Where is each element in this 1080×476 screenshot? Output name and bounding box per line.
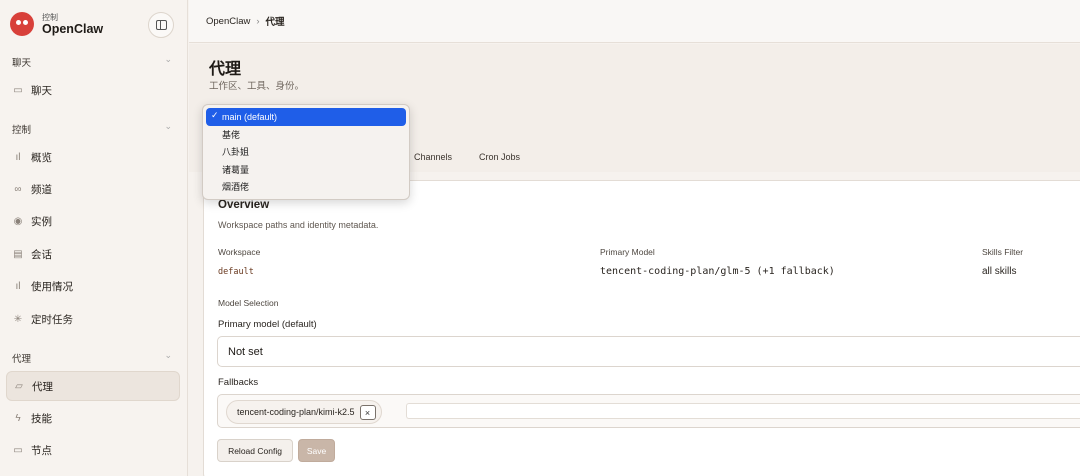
agent-option-label: 八卦姐 xyxy=(222,147,250,158)
nav-group-title: 聊天 xyxy=(12,58,32,69)
sidebar-item-sessions[interactable]: ▤ 会话 xyxy=(6,240,180,268)
sidebar-item-usage[interactable]: ıl 使用情况 xyxy=(6,272,180,300)
sidebar-item-agents[interactable]: ▱ 代理 xyxy=(6,371,180,401)
save-button[interactable]: Save xyxy=(298,439,335,462)
chip-remove-button[interactable]: × xyxy=(359,405,376,420)
monitor-icon: ▭ xyxy=(13,444,23,456)
nav-group-chat[interactable]: 聊天 ⌄ xyxy=(12,54,174,69)
fallbacks-field[interactable]: tencent-coding-plan/kimi-k2.5 × xyxy=(217,394,1080,428)
chevron-down-icon: ⌄ xyxy=(164,350,172,360)
link-icon: ∞ xyxy=(14,183,22,195)
agent-option-label: 烟酒佬 xyxy=(222,182,250,193)
breadcrumb-root[interactable]: OpenClaw xyxy=(206,16,250,27)
model-selection-label: Model Selection xyxy=(218,298,279,308)
sidebar-item-label: 概览 xyxy=(31,151,52,164)
skills-filter-label: Skills Filter xyxy=(982,247,1024,257)
bar-chart-icon: ıl xyxy=(15,151,21,163)
agent-option[interactable]: 八卦姐 xyxy=(206,143,406,161)
sidebar-item-label: 技能 xyxy=(31,412,52,425)
checkmark-icon: ✓ xyxy=(211,110,219,120)
fallback-chip-label: tencent-coding-plan/kimi-k2.5 xyxy=(237,407,355,417)
brand-name: OpenClaw xyxy=(42,22,104,36)
page-subtitle: 工作区、工具、身份。 xyxy=(209,81,305,92)
breadcrumb-separator: › xyxy=(256,15,260,27)
sidebar-item-label: 使用情况 xyxy=(31,280,73,293)
sidebar-item-label: 实例 xyxy=(31,215,52,228)
sidebar-item-label: 代理 xyxy=(32,380,53,393)
sidebar-toggle-icon xyxy=(155,20,167,30)
primary-model-label: Primary Model xyxy=(600,247,655,257)
chevron-down-icon: ⌄ xyxy=(164,121,172,131)
sidebar-item-label: 定时任务 xyxy=(31,313,73,326)
sidebar-item-nodes[interactable]: ▭ 节点 xyxy=(6,436,180,464)
folder-icon: ▱ xyxy=(15,380,23,392)
primary-model-select-value: Not set xyxy=(228,345,263,358)
reload-config-button[interactable]: Reload Config xyxy=(217,439,293,462)
openclaw-logo-icon xyxy=(10,12,34,36)
fallbacks-label: Fallbacks xyxy=(218,377,259,388)
agent-option-label: main (default) xyxy=(222,111,278,122)
skills-filter-value: all skills xyxy=(982,266,1017,277)
primary-model-default-label: Primary model (default) xyxy=(218,319,317,330)
nav-group-title: 控制 xyxy=(12,125,32,136)
nav-group-title: 代理 xyxy=(12,354,32,365)
fallback-chip: tencent-coding-plan/kimi-k2.5 × xyxy=(226,400,382,424)
chevron-down-icon: ⌄ xyxy=(164,54,172,64)
sidebar-collapse-button[interactable] xyxy=(148,12,174,38)
bar-chart-icon: ıl xyxy=(15,280,21,292)
sidebar-item-channels[interactable]: ∞ 频道 xyxy=(6,175,180,203)
page-title: 代理 xyxy=(209,61,242,78)
sidebar: 控制 OpenClaw 聊天 ⌄ ▭ 聊天 控制 ⌄ ıl 概览 ∞ 频道 ◉ … xyxy=(0,0,188,476)
sidebar-item-label: 聊天 xyxy=(31,84,52,97)
document-icon: ▤ xyxy=(13,248,23,260)
nav-group-agents[interactable]: 代理 ⌄ xyxy=(12,350,174,365)
sidebar-item-instances[interactable]: ◉ 实例 xyxy=(6,207,180,235)
radio-icon: ◉ xyxy=(13,215,23,227)
primary-model-select[interactable]: Not set xyxy=(217,336,1080,367)
tab-cron-jobs[interactable]: Cron Jobs xyxy=(479,152,520,162)
breadcrumb-current: 代理 xyxy=(265,17,285,28)
sidebar-item-cron[interactable]: ✳ 定时任务 xyxy=(6,305,180,333)
agent-option[interactable]: 基佬 xyxy=(206,126,406,144)
nav-group-control[interactable]: 控制 ⌄ xyxy=(12,121,174,136)
sidebar-item-label: 节点 xyxy=(31,444,52,457)
agent-option-label: 诸葛量 xyxy=(222,164,250,175)
loader-icon: ✳ xyxy=(13,313,23,325)
sidebar-item-label: 频道 xyxy=(31,183,52,196)
sidebar-item-overview[interactable]: ıl 概览 xyxy=(6,143,180,171)
fallback-input[interactable] xyxy=(406,403,1080,419)
message-icon: ▭ xyxy=(13,84,23,96)
agent-option-label: 基佬 xyxy=(222,129,241,140)
breadcrumb: OpenClaw › 代理 xyxy=(189,0,1080,43)
overview-card: Overview Workspace paths and identity me… xyxy=(203,180,1080,476)
sidebar-item-chat[interactable]: ▭ 聊天 xyxy=(6,76,180,104)
bolt-icon: ϟ xyxy=(15,412,21,424)
workspace-value: default xyxy=(218,267,254,277)
overview-title: Overview xyxy=(218,199,270,211)
primary-model-value: tencent-coding-plan/glm-5 (+1 fallback) xyxy=(600,266,835,277)
sidebar-item-skills[interactable]: ϟ 技能 xyxy=(6,404,180,432)
workspace-label: Workspace xyxy=(218,247,261,257)
agent-option[interactable]: 诸葛量 xyxy=(206,161,406,179)
overview-description: Workspace paths and identity metadata. xyxy=(218,220,379,230)
tab-channels[interactable]: Channels xyxy=(414,152,452,162)
agent-option-main[interactable]: ✓ main (default) xyxy=(206,108,406,126)
sidebar-item-label: 会话 xyxy=(31,248,52,261)
agent-select-dropdown[interactable]: ✓ main (default) 基佬 八卦姐 诸葛量 烟酒佬 xyxy=(202,104,410,200)
agent-option[interactable]: 烟酒佬 xyxy=(206,178,406,196)
